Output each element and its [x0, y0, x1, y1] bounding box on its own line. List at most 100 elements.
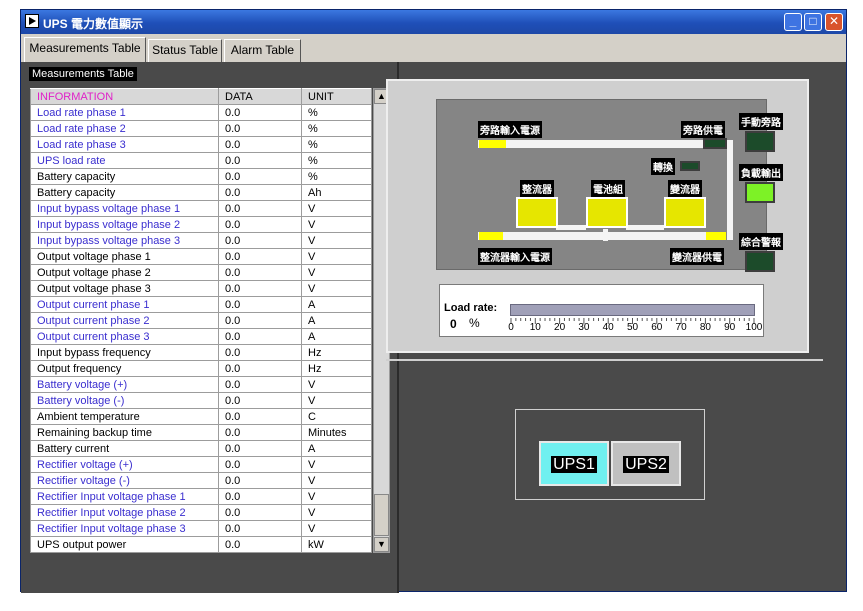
cell-info: Load rate phase 2 — [30, 120, 219, 137]
table-row[interactable]: Remaining backup time 0.0 Minutes — [30, 424, 372, 441]
cell-data: 0.0 — [218, 344, 302, 361]
cell-data: 0.0 — [218, 120, 302, 137]
cell-data: 0.0 — [218, 424, 302, 441]
battery-drop-line — [603, 229, 608, 241]
cell-unit: V — [301, 232, 372, 249]
tick-label: 30 — [578, 322, 590, 333]
bypass-input-indicator — [479, 140, 506, 148]
header-unit[interactable]: UNIT — [301, 88, 372, 105]
tab-status-table[interactable]: Status Table — [148, 39, 222, 62]
title-bar[interactable]: UPS 電力數值顯示 _ □ ✕ — [21, 10, 846, 34]
table-row[interactable]: UPS output power 0.0 kW — [30, 536, 372, 553]
table-row[interactable]: Ambient temperature 0.0 C — [30, 408, 372, 425]
cell-data: 0.0 — [218, 392, 302, 409]
table-row[interactable]: Output voltage phase 1 0.0 V — [30, 248, 372, 265]
label-general-alarm: 綜合警報 — [739, 233, 783, 250]
cell-unit: C — [301, 408, 372, 425]
table-row[interactable]: Battery capacity 0.0 Ah — [30, 184, 372, 201]
table-row[interactable]: Input bypass voltage phase 3 0.0 V — [30, 232, 372, 249]
cell-info: Output current phase 1 — [30, 296, 219, 313]
table-row[interactable]: Rectifier voltage (-) 0.0 V — [30, 472, 372, 489]
cell-unit: Ah — [301, 184, 372, 201]
tab-measurements-table[interactable]: Measurements Table — [24, 37, 146, 62]
cell-data: 0.0 — [218, 232, 302, 249]
cell-data: 0.0 — [218, 360, 302, 377]
label-transfer: 轉換 — [651, 158, 675, 175]
scroll-thumb[interactable] — [374, 494, 389, 536]
table-row[interactable]: Output frequency 0.0 Hz — [30, 360, 372, 377]
cell-data: 0.0 — [218, 440, 302, 457]
table-row[interactable]: Battery voltage (-) 0.0 V — [30, 392, 372, 409]
table-row[interactable]: Battery voltage (+) 0.0 V — [30, 376, 372, 393]
cell-data: 0.0 — [218, 408, 302, 425]
table-row[interactable]: Output current phase 1 0.0 A — [30, 296, 372, 313]
label-bypass-input: 旁路輸入電源 — [478, 121, 542, 138]
label-inverter: 變流器 — [668, 180, 702, 197]
panel-separator — [386, 359, 823, 361]
cell-unit: % — [301, 136, 372, 153]
tab-bar: Measurements Table Status Table Alarm Ta… — [21, 34, 846, 62]
table-row[interactable]: Output voltage phase 3 0.0 V — [30, 280, 372, 297]
label-manual-bypass: 手動旁路 — [739, 113, 783, 130]
scroll-down-arrow-icon[interactable]: ▼ — [374, 537, 389, 552]
rectifier-line — [478, 232, 726, 240]
cell-info: Input bypass frequency — [30, 344, 219, 361]
cell-info: Output frequency — [30, 360, 219, 377]
cell-info: Output current phase 2 — [30, 312, 219, 329]
table-row[interactable]: Input bypass voltage phase 1 0.0 V — [30, 200, 372, 217]
maximize-button[interactable]: □ — [804, 13, 822, 31]
table-row[interactable]: Rectifier Input voltage phase 3 0.0 V — [30, 520, 372, 537]
cell-unit: V — [301, 280, 372, 297]
window-title: UPS 電力數值顯示 — [43, 17, 144, 31]
ups2-button[interactable]: UPS2 — [611, 441, 681, 486]
table-row[interactable]: Output voltage phase 2 0.0 V — [30, 264, 372, 281]
ups1-button[interactable]: UPS1 — [539, 441, 609, 486]
output-vertical-line — [727, 140, 733, 240]
cell-unit: Minutes — [301, 424, 372, 441]
table-row[interactable]: Input bypass frequency 0.0 Hz — [30, 344, 372, 361]
tick-label: 10 — [529, 322, 541, 333]
cell-info: Battery current — [30, 440, 219, 457]
general-alarm-led — [745, 251, 775, 272]
header-information[interactable]: INFORMATION — [30, 88, 219, 105]
table-row[interactable]: Load rate phase 2 0.0% — [30, 120, 372, 137]
cell-data: 0.0 — [218, 104, 302, 121]
cell-unit: V — [301, 520, 372, 537]
cell-data: 0.0 — [218, 280, 302, 297]
cell-info: Rectifier Input voltage phase 2 — [30, 504, 219, 521]
cell-unit: V — [301, 472, 372, 489]
table-row[interactable]: Rectifier Input voltage phase 1 0.0 V — [30, 488, 372, 505]
tick-label: 20 — [554, 322, 566, 333]
table-row[interactable]: Battery capacity 0.0% — [30, 168, 372, 185]
close-button[interactable]: ✕ — [825, 13, 843, 31]
table-row[interactable]: Rectifier voltage (+) 0.0 V — [30, 456, 372, 473]
cell-info: Ambient temperature — [30, 408, 219, 425]
minimize-button[interactable]: _ — [784, 13, 802, 31]
tick-label: 90 — [724, 322, 736, 333]
load-rate-unit: % — [469, 316, 480, 330]
cell-unit: V — [301, 392, 372, 409]
table-row[interactable]: Input bypass voltage phase 2 0.0 V — [30, 216, 372, 233]
batt-inv-line — [626, 225, 664, 230]
table-row[interactable]: UPS load rate 0.0% — [30, 152, 372, 169]
tab-alarm-table[interactable]: Alarm Table — [224, 39, 301, 62]
cell-info: Battery capacity — [30, 184, 219, 201]
cell-data: 0.0 — [218, 168, 302, 185]
rectifier-input-indicator — [479, 232, 503, 240]
tick-label: 100 — [745, 322, 763, 333]
table-row[interactable]: Load rate phase 3 0.0% — [30, 136, 372, 153]
label-load-output: 負載輸出 — [739, 164, 783, 181]
cell-unit: A — [301, 312, 372, 329]
table-row[interactable]: Rectifier Input voltage phase 2 0.0 V — [30, 504, 372, 521]
rectifier-block — [516, 197, 558, 228]
cell-data: 0.0 — [218, 248, 302, 265]
header-data[interactable]: DATA — [218, 88, 302, 105]
table-row[interactable]: Output current phase 3 0.0 A — [30, 328, 372, 345]
table-row[interactable]: Load rate phase 1 0.0% — [30, 104, 372, 121]
table-row[interactable]: Output current phase 2 0.0 A — [30, 312, 372, 329]
cell-data: 0.0 — [218, 312, 302, 329]
tick-label: 80 — [699, 322, 711, 333]
cell-info: Output voltage phase 1 — [30, 248, 219, 265]
table-row[interactable]: Battery current 0.0 A — [30, 440, 372, 457]
tick-label: 40 — [602, 322, 614, 333]
